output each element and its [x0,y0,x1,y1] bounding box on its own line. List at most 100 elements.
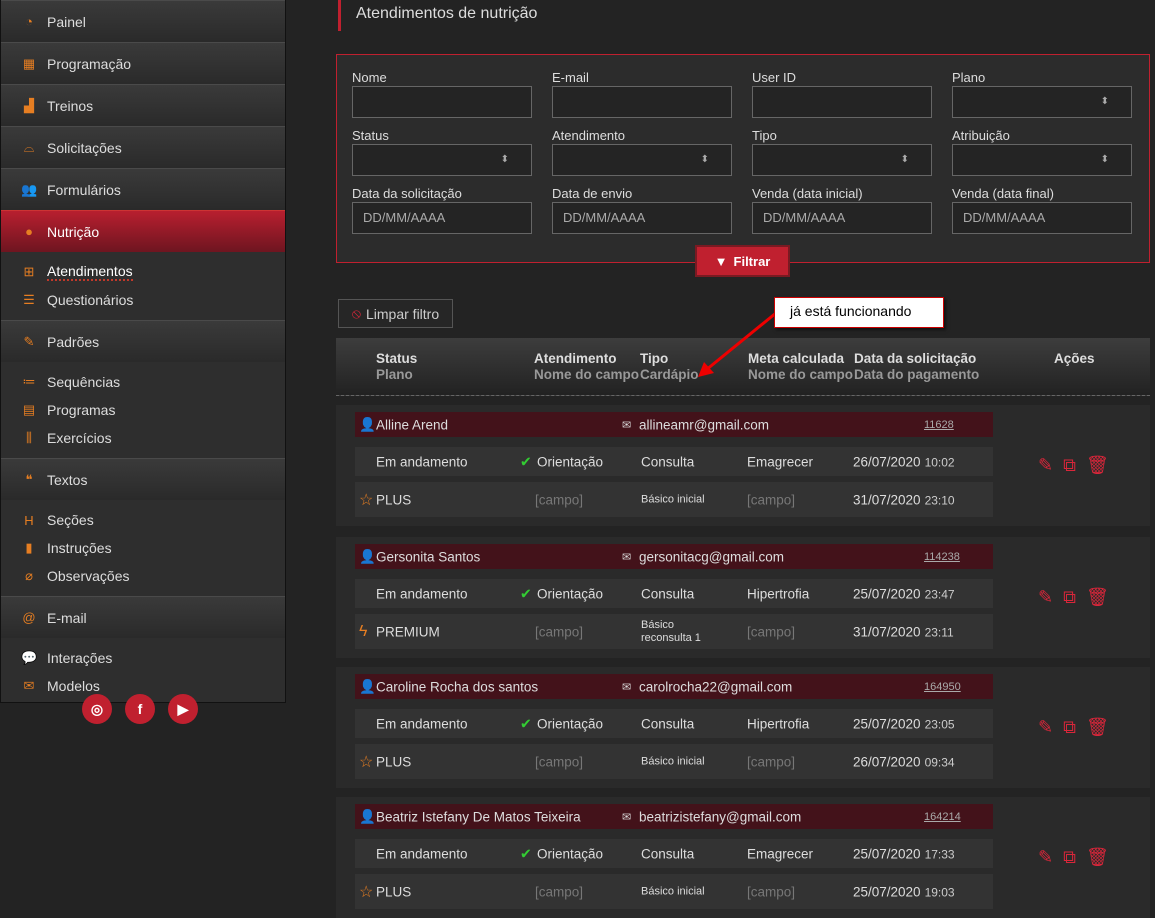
filter-input[interactable] [952,144,1132,176]
filter-panel: Nome E-mail User ID Plano Status Atendimento T… [336,54,1150,263]
filter-field: Plano [952,70,1132,118]
client-name: Gersonita Santos [376,549,481,564]
plan: PLUS [376,492,412,507]
user-id-link[interactable]: 114238 [924,551,960,563]
client-name: Caroline Rocha dos santos [376,679,539,694]
sidebar-item-2[interactable]: ▟ Treinos [1,84,285,126]
filter-input[interactable] [352,144,532,176]
inbox-icon: ⌓ [23,139,35,155]
filter-input[interactable]: DD/MM/AAAA [552,202,732,234]
user-id-link[interactable]: 11628 [924,419,954,431]
user-id-link[interactable]: 164214 [924,811,961,823]
sidebar-subitem-label: Programas [47,402,116,418]
sidebar-subitem[interactable]: 💬 Interações [1,644,285,672]
meta: Hipertrofia [747,586,810,601]
sidebar-item-label: Painel [47,13,86,30]
request-time: 23:05 [924,717,955,731]
payment-date: 26/07/2020 [853,754,921,769]
sidebar-subitem-label: Observações [47,568,130,584]
sidebar-subitem-label: Atendimentos [47,263,133,281]
copy-icon[interactable]: ⧉ [1063,847,1076,868]
tipo: Consulta [641,454,695,469]
column-subtitle: Data do pagamento [854,367,980,382]
filter-input[interactable] [752,86,932,118]
payment-time: 19:03 [924,885,955,899]
edit-icon[interactable]: ✎ [1038,455,1053,476]
filter-input[interactable]: DD/MM/AAAA [352,202,532,234]
row-line-2: ☆ PLUS [campo] Básico inicial [campo] 31/… [355,482,993,517]
edit-icon[interactable]: ✎ [1038,717,1053,738]
sidebar-item-7[interactable]: ❝ Textos [1,458,285,500]
sidebar-subitem[interactable]: ▤ Programas [1,396,285,424]
sidebar: ◔ Painel ▦ Programação ▟ Treinos ⌓ Solicitações… [0,0,286,703]
copy-icon[interactable]: ⧉ [1063,587,1076,608]
ordered-list-icon: ≔ [22,374,36,389]
client-email: allineamr@gmail.com [639,417,769,432]
row-line-1: Em andamento ✔ Orientação Consulta Emagre… [355,447,993,476]
filter-input[interactable]: DD/MM/AAAA [752,202,932,234]
youtube-icon[interactable]: ▶ [168,694,198,724]
user-id-link[interactable]: 164950 [924,681,961,693]
sidebar-item-label: E-mail [47,609,87,626]
filter-label: Data de envio [552,186,633,201]
trash-icon[interactable]: 🗑 [1086,847,1109,868]
edit-icon[interactable]: ✎ [1038,847,1053,868]
client-header: 👤 Caroline Rocha dos santos ✉ carolrocha22… [355,674,993,699]
sidebar-subitem[interactable]: ☰ Questionários [1,286,285,314]
copy-icon[interactable]: ⧉ [1063,717,1076,738]
filter-field: Atendimento [552,128,732,176]
plan: PLUS [376,754,412,769]
filter-input[interactable] [552,144,732,176]
filter-input[interactable] [752,144,932,176]
filter-input[interactable] [352,86,532,118]
sidebar-subitem[interactable]: H Seções [1,506,285,534]
campo: [campo] [535,754,584,769]
row-line-2: ☆ PLUS [campo] Básico inicial [campo] 25/… [355,874,993,909]
sidebar-item-label: Programação [47,55,132,72]
sidebar-subitem-label: Seções [47,512,94,528]
client-header: 👤 Alline Arend ✉ allineamr@gmail.com 11628 [355,412,993,437]
copy-icon[interactable]: ⧉ [1063,455,1076,476]
sidebar-subitem[interactable]: ⫼ Exercícios [1,424,285,452]
actions: ✎ ⧉ 🗑 [1038,455,1109,476]
heading-icon: H [24,512,34,528]
calendar-icon: ▦ [22,55,36,71]
quote-icon: ❝ [25,471,33,487]
filter-label: Nome [352,70,387,85]
sidebar-subitem[interactable]: ≔ Sequências [1,368,285,396]
status: Em andamento [376,586,468,601]
clear-filter-label: Limpar filtro [366,305,440,322]
sidebar-item-5[interactable]: ● Nutrição [1,210,285,252]
instagram-icon[interactable]: ◎ [82,694,112,724]
sidebar-item-8[interactable]: @ E-mail [1,596,285,638]
tipo: Consulta [641,846,695,861]
trash-icon[interactable]: 🗑 [1086,717,1109,738]
trash-icon[interactable]: 🗑 [1086,587,1109,608]
sidebar-item-4[interactable]: 👥 Formulários [1,168,285,210]
trash-icon[interactable]: 🗑 [1086,455,1109,476]
plan-icon: ☆ [359,753,374,771]
filter-input[interactable] [952,86,1132,118]
sidebar-item-6[interactable]: ✎ Padrões [1,320,285,362]
campo: [campo] [747,754,796,769]
sidebar-subitem[interactable]: ▮ Instruções [1,534,285,562]
filter-input[interactable]: DD/MM/AAAA [952,202,1132,234]
sidebar-item-1[interactable]: ▦ Programação [1,42,285,84]
archive-icon: ▤ [22,402,36,417]
filter-input[interactable] [552,86,732,118]
sidebar-item-3[interactable]: ⌓ Solicitações [1,126,285,168]
request-date: 26/07/2020 [853,454,921,469]
edit-icon[interactable]: ✎ [1038,587,1053,608]
filter-button[interactable]: ▼ Filtrar [695,245,790,277]
social-links: ◎ f ▶ [82,694,198,724]
sidebar-item-0[interactable]: ◔ Painel [1,0,285,42]
plan: PLUS [376,884,412,899]
filter-field: Tipo [752,128,932,176]
filter-button-label: Filtrar [733,253,771,269]
clear-filter-button[interactable]: ⦸ Limpar filtro [338,299,453,328]
sidebar-subitem[interactable]: ⊞ Atendimentos [1,258,285,286]
envelope-icon: ✉ [622,551,632,563]
facebook-icon[interactable]: f [125,694,155,724]
sidebar-subitem[interactable]: ⌀ Observações [1,562,285,590]
column-header: Ações [1054,351,1095,367]
